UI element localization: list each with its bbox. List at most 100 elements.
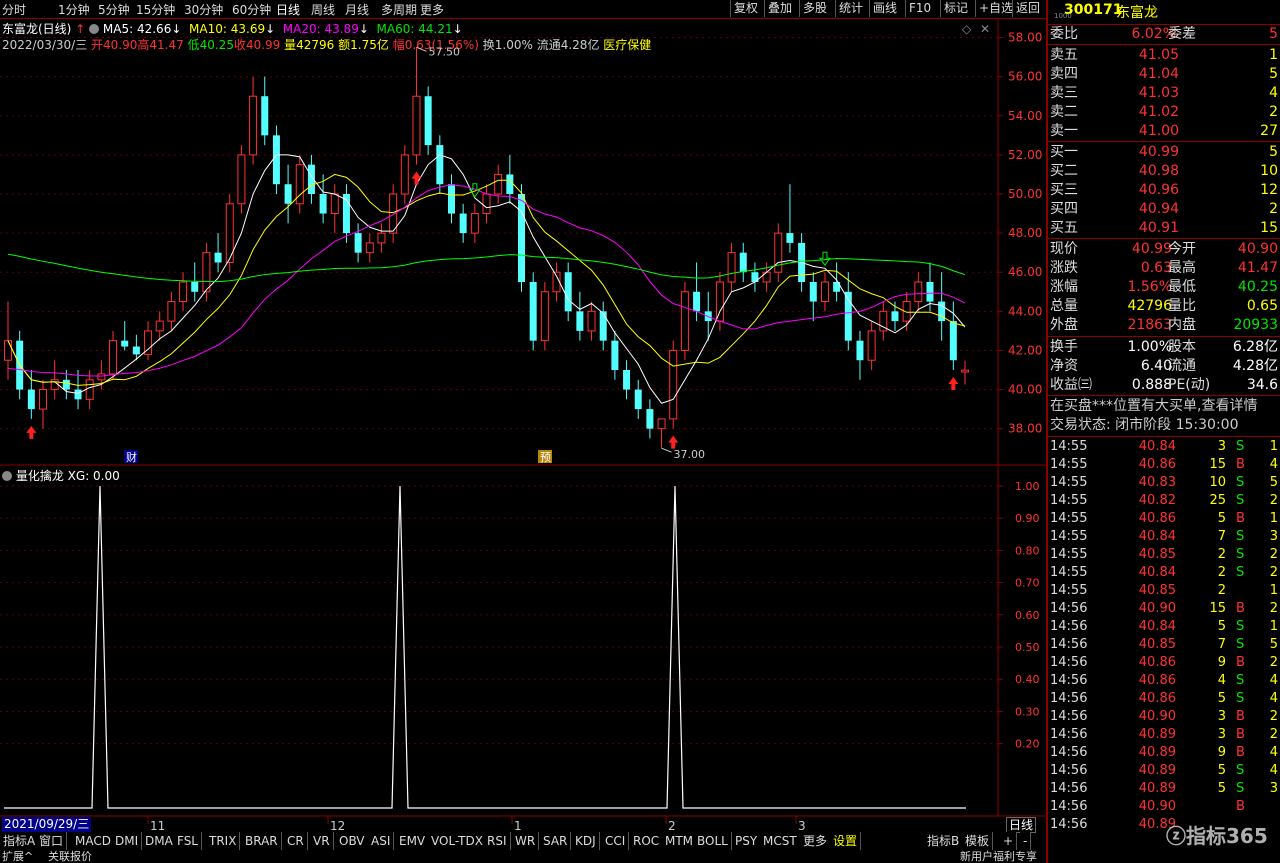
ask-row[interactable]: 卖一 41.00 27 xyxy=(1050,122,1280,141)
period-tab-4[interactable]: 30分钟 xyxy=(184,1,223,18)
toolbar-button-7[interactable]: +自选 xyxy=(975,0,1016,17)
indicator-tab-19[interactable]: ROC xyxy=(630,832,664,850)
period-toolbar: 分时 1分钟 5分钟 15分钟 30分钟 60分钟 日线 周线 月线 多周期 更多 复权 叠加 多股 统计画… xyxy=(0,0,1046,19)
price-axis-label: 54.00 xyxy=(1008,109,1042,123)
candle-body xyxy=(856,340,864,361)
stat-row[interactable]: 现价 40.99 今开 40.90 xyxy=(1050,240,1280,259)
stat-row[interactable]: 涨跌 0.63 最高 41.47 xyxy=(1050,259,1280,278)
big-order-notice[interactable]: 在买盘***位置有大买单,查看详情 xyxy=(1050,397,1280,416)
bid-row[interactable]: 买四 40.94 2 xyxy=(1050,200,1280,219)
indicator-right-tab-0[interactable]: 指标B xyxy=(924,832,964,850)
ask-row[interactable]: 卖四 41.04 5 xyxy=(1050,65,1280,84)
toolbar-button-3[interactable]: 统计 xyxy=(835,0,866,17)
toolbar-button-1[interactable]: 叠加 xyxy=(764,0,795,17)
candle-body xyxy=(693,291,701,312)
bid-row[interactable]: 买一 40.99 5 xyxy=(1050,143,1280,162)
indicator-tab-23[interactable]: MCST xyxy=(760,832,801,850)
tick-row: 14:56 40.89 9 B 4 xyxy=(1050,745,1278,760)
period-tab-6[interactable]: 日线 xyxy=(276,1,300,18)
period-tab-3[interactable]: 15分钟 xyxy=(136,1,175,18)
indicator-tab-15[interactable]: WR xyxy=(512,832,540,850)
candle-body xyxy=(132,346,140,355)
related-quote-button[interactable]: 关联报价 xyxy=(48,851,92,863)
indicator-tab-12[interactable]: EMV xyxy=(396,832,430,850)
indicator-settings-icon[interactable] xyxy=(2,471,12,481)
indicator-right-tab-3[interactable]: - xyxy=(1020,832,1032,850)
indicator-tab-3[interactable]: DMI xyxy=(112,832,143,850)
period-tab-1[interactable]: 1分钟 xyxy=(58,1,90,18)
indicator-tab-5[interactable]: FSL xyxy=(174,832,202,850)
indicator-right-tab-2[interactable]: + xyxy=(1000,832,1018,850)
indicator-tab-13[interactable]: VOL-TDX xyxy=(428,832,487,850)
candle-body xyxy=(155,320,164,332)
period-tab-8[interactable]: 月线 xyxy=(345,1,369,18)
yu-marker-label: 预 xyxy=(540,451,551,464)
indicator-tab-1[interactable]: 窗口 xyxy=(36,832,68,850)
ask-row[interactable]: 卖三 41.03 4 xyxy=(1050,84,1280,103)
indicator-tab-22[interactable]: PSY xyxy=(732,832,762,850)
bid-row[interactable]: 买五 40.91 15 xyxy=(1050,219,1280,238)
indicator-tab-2[interactable]: MACD xyxy=(72,832,115,850)
toolbar-button-6[interactable]: 标记 xyxy=(940,0,971,17)
toolbar-button-0[interactable]: 复权 xyxy=(730,0,761,17)
candle-body xyxy=(97,373,106,381)
indicator-tab-0[interactable]: 指标A xyxy=(0,832,40,850)
stat2-row[interactable]: 换手 1.00% 股本 6.28亿 xyxy=(1050,338,1280,357)
price-axis-label: 56.00 xyxy=(1008,70,1042,84)
indicator-title: 量化擒龙 xyxy=(15,469,64,483)
status-bar: 扩展^ 关联报价 新用户福利专享 xyxy=(0,851,1046,863)
candle-body xyxy=(330,193,339,215)
tick-row: 14:56 40.89 3 B 2 xyxy=(1050,727,1278,742)
indicator-tab-10[interactable]: OBV xyxy=(336,832,369,850)
bid-row[interactable]: 买三 40.96 12 xyxy=(1050,181,1280,200)
ask-row[interactable]: 卖二 41.02 2 xyxy=(1050,103,1280,122)
stat-row[interactable]: 总量 42796 量比 0.65 xyxy=(1050,297,1280,316)
xg-signal-line xyxy=(4,485,966,809)
indicator-tab-20[interactable]: MTM xyxy=(662,832,698,850)
period-tab-10[interactable]: 更多 xyxy=(420,1,444,18)
indicator-tab-21[interactable]: BOLL xyxy=(694,832,732,850)
indicator-tab-11[interactable]: ASI xyxy=(368,832,395,850)
period-tab-2[interactable]: 5分钟 xyxy=(98,1,130,18)
candle-body xyxy=(506,174,514,194)
tick-row: 14:55 40.85 2 S 2 xyxy=(1050,547,1278,562)
candle-body xyxy=(727,252,736,283)
ask-row[interactable]: 卖五 41.05 1 xyxy=(1050,46,1280,65)
toolbar-button-5[interactable]: F10 xyxy=(905,0,934,17)
period-tab-0[interactable]: 分时 xyxy=(2,1,26,18)
tick-row: 14:56 40.89 5 S 4 xyxy=(1050,763,1278,778)
indicator-tab-4[interactable]: DMA xyxy=(142,832,177,850)
period-tab-7[interactable]: 周线 xyxy=(311,1,335,18)
kline-chart[interactable]: 57.50 37.00 财 预 58.00 56.00 54.00 52.00 50.00 48… xyxy=(0,18,1046,834)
buy-signal-icon xyxy=(948,377,959,390)
stat-row[interactable]: 涨幅 1.56% 最低 40.25 xyxy=(1050,278,1280,297)
indicator-tab-25[interactable]: 设置 xyxy=(830,832,862,850)
indicator-tab-18[interactable]: CCI xyxy=(602,832,630,850)
indicator-tab-9[interactable]: VR xyxy=(310,832,334,850)
weibi-row: 委比 6.02% 委差 5 xyxy=(1050,26,1278,42)
indicator-right-tab-1[interactable]: 模板 xyxy=(962,832,994,850)
toolbar-button-4[interactable]: 画线 xyxy=(869,0,900,17)
indicator-tab-16[interactable]: SAR xyxy=(540,832,572,850)
indicator-tab-24[interactable]: 更多 xyxy=(800,832,832,850)
indicator-tab-7[interactable]: BRAR xyxy=(242,832,282,850)
stat-row[interactable]: 外盘 21863 内盘 20933 xyxy=(1050,316,1280,335)
candle-body xyxy=(436,145,444,185)
stat2-row[interactable]: 收益㈢ 0.888 PE(动) 34.6 xyxy=(1050,376,1280,395)
period-tab-5[interactable]: 60分钟 xyxy=(232,1,271,18)
indicator-tab-8[interactable]: CR xyxy=(284,832,308,850)
indicator-tab-6[interactable]: TRIX xyxy=(206,832,241,850)
toolbar-button-2[interactable]: 多股 xyxy=(799,0,830,17)
period-tab-9[interactable]: 多周期 xyxy=(381,1,417,18)
toolbar-button-8[interactable]: 返回 xyxy=(1012,0,1043,17)
candle-body xyxy=(786,233,794,243)
indicator-tab-14[interactable]: RSI xyxy=(484,832,511,850)
stat2-row[interactable]: 净资 6.40 流通 4.28亿 xyxy=(1050,357,1280,376)
expand-button[interactable]: 扩展^ xyxy=(2,851,33,863)
date-axis-mode[interactable]: 日线 xyxy=(1006,817,1037,833)
indicator-tab-17[interactable]: KDJ xyxy=(572,832,600,850)
bid-row[interactable]: 买二 40.98 10 xyxy=(1050,162,1280,181)
tick-row: 14:55 40.84 2 S 2 xyxy=(1050,565,1278,580)
candle-body xyxy=(365,242,374,254)
promo-link[interactable]: 新用户福利专享 xyxy=(960,851,1037,863)
